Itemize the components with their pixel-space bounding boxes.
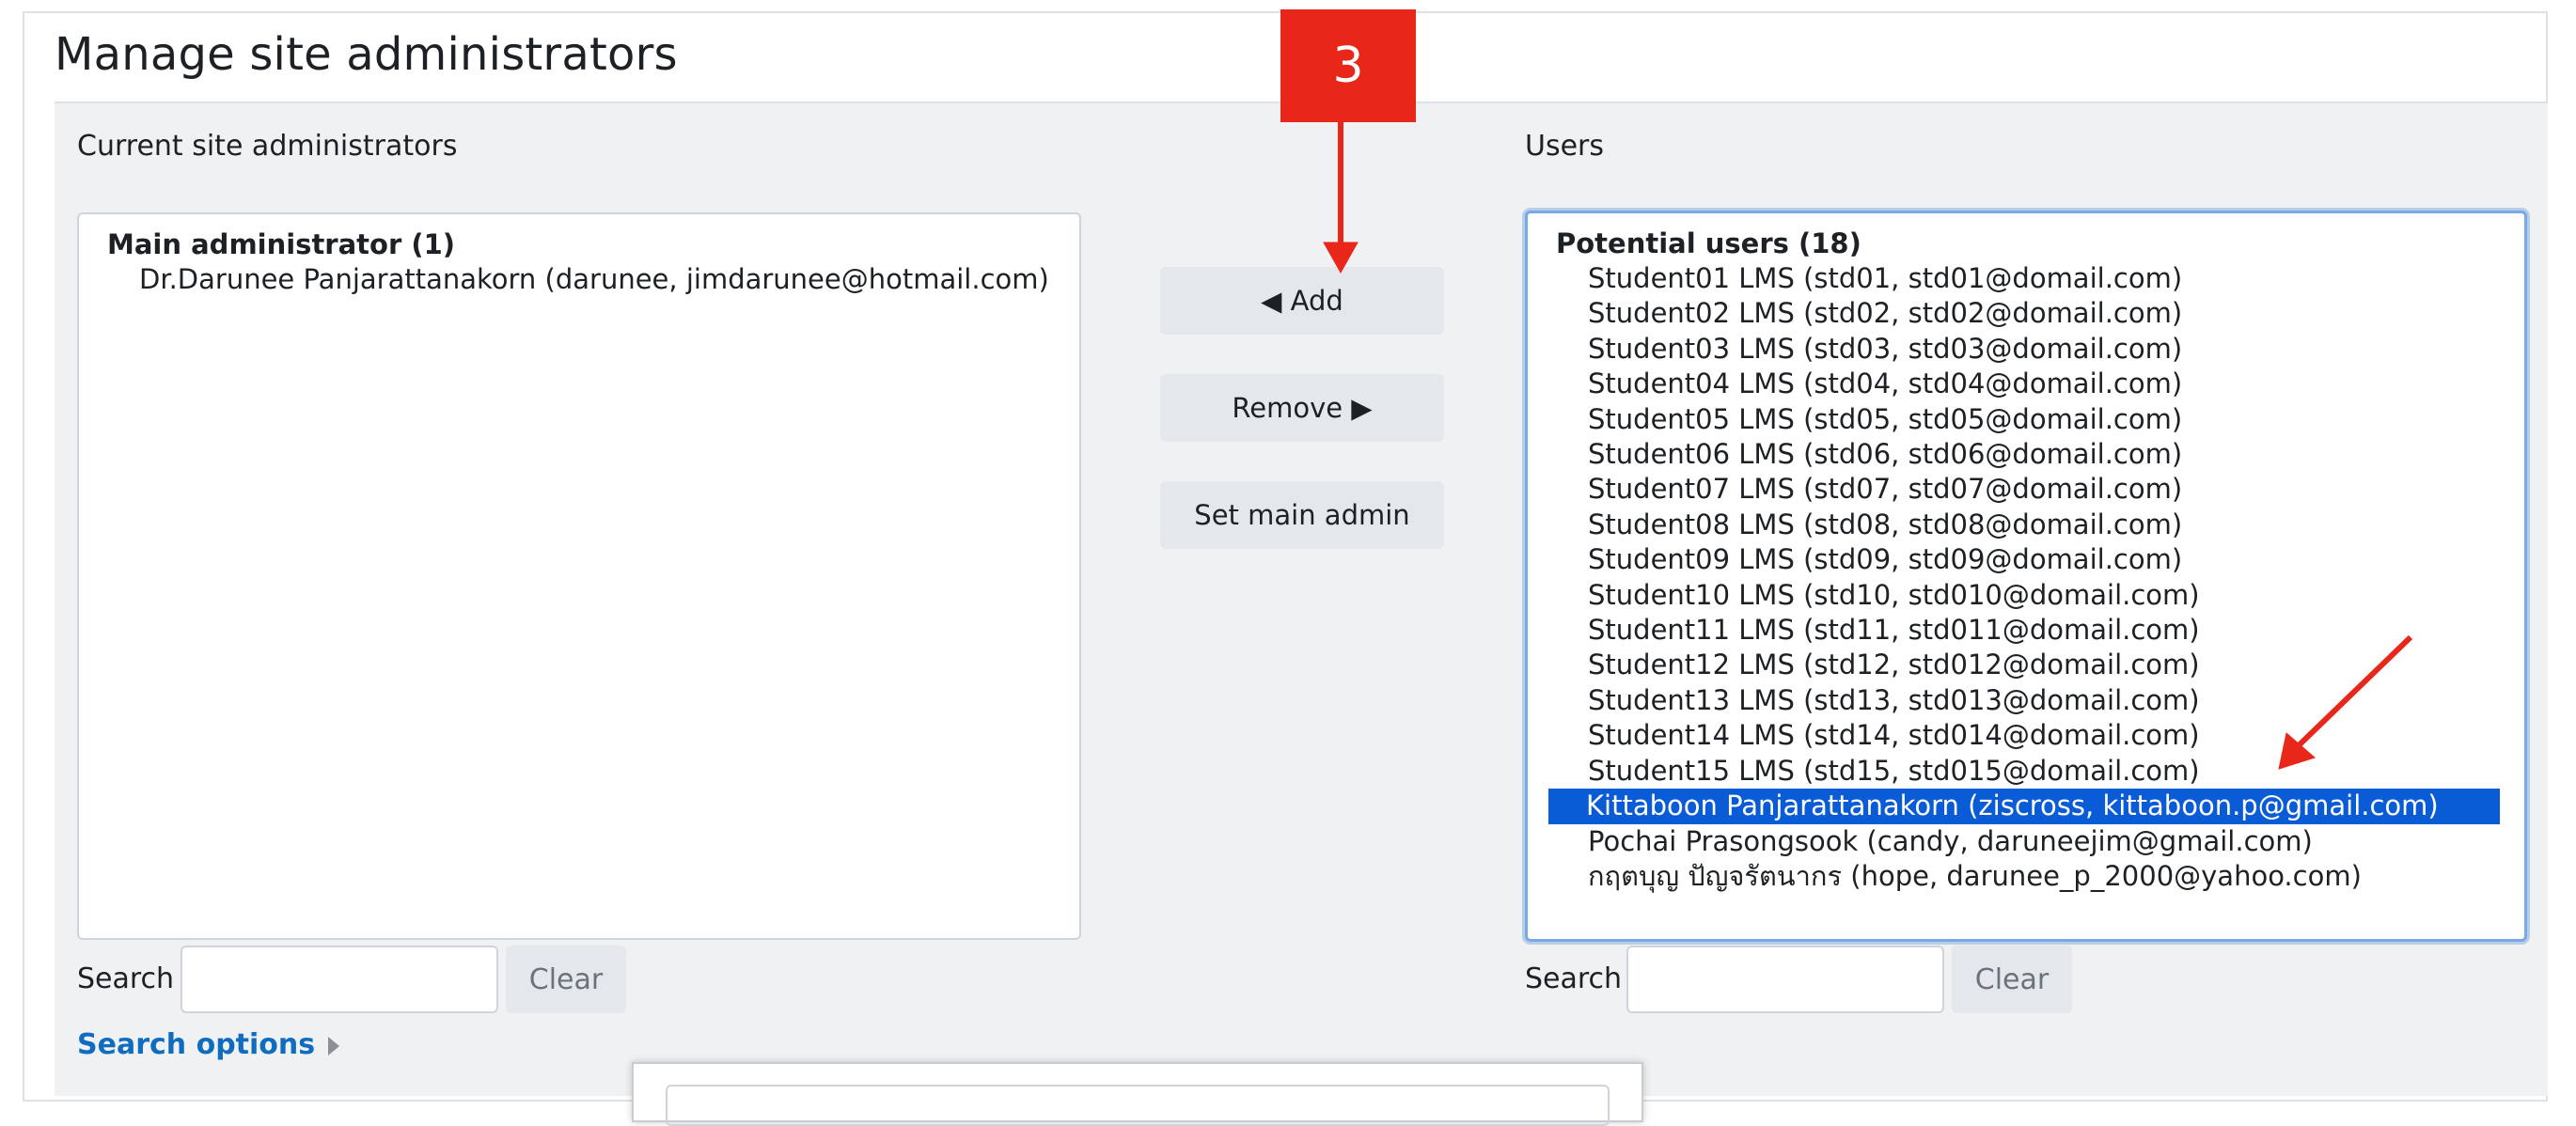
annotation-arrows xyxy=(1323,122,2413,770)
selection-arrow-line xyxy=(2293,634,2413,751)
step-arrow-head xyxy=(1323,242,1359,274)
